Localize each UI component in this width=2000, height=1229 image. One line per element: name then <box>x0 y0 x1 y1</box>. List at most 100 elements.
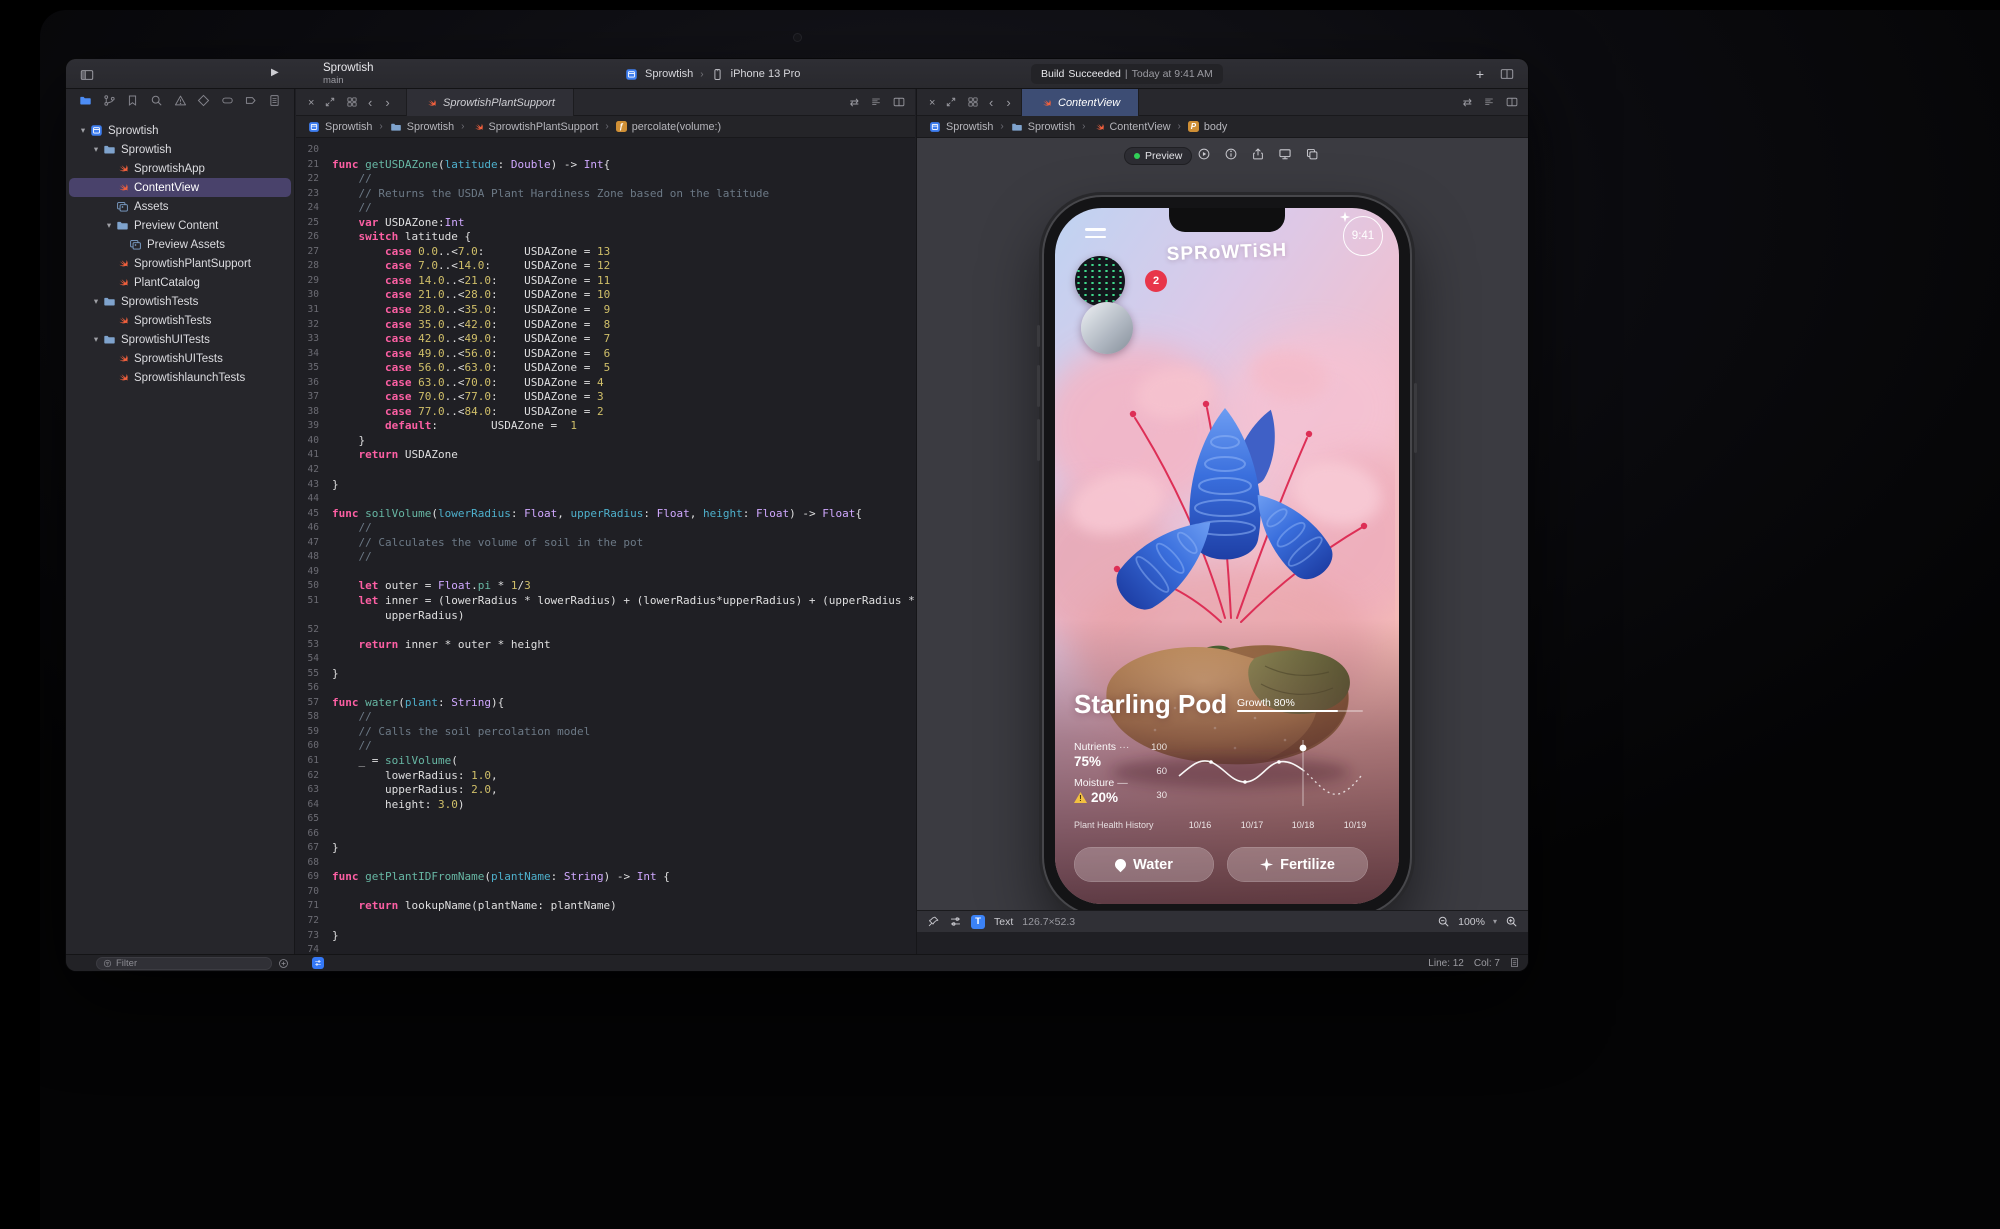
minimap-icon[interactable] <box>870 94 882 112</box>
disclosure-chevron-icon[interactable]: ▾ <box>77 125 89 136</box>
breadcrumb-sprowtish[interactable]: Sprowtish <box>308 121 372 133</box>
breadcrumb-body[interactable]: Pbody <box>1188 121 1227 133</box>
expand-editor-icon[interactable] <box>324 94 336 112</box>
code-line-24[interactable]: 24 // <box>296 201 915 216</box>
robot-avatar-2[interactable] <box>1081 302 1133 354</box>
code-line-55[interactable]: 55} <box>296 667 915 682</box>
tree-item-sprowtish[interactable]: ▾Sprowtish <box>69 140 291 159</box>
code-line-36[interactable]: 36 case 63.0..<70.0: USDAZone = 4 <box>296 376 915 391</box>
breadcrumb-sprowtish[interactable]: Sprowtish <box>390 121 454 133</box>
breadcrumb-sprowtish[interactable]: Sprowtish <box>1011 121 1075 133</box>
robot-avatar-1[interactable] <box>1075 256 1125 306</box>
code-line-70[interactable]: 70 <box>296 885 915 900</box>
live-preview-button[interactable] <box>1197 147 1211 166</box>
close-editor-icon[interactable]: × <box>929 97 935 109</box>
toggle-navigator-button[interactable] <box>80 66 94 84</box>
code-line-22[interactable]: 22 // <box>296 172 915 187</box>
editor-grid-icon[interactable] <box>346 94 358 112</box>
code-line-29[interactable]: 29 case 14.0..<21.0: USDAZone = 11 <box>296 274 915 289</box>
share-preview-button[interactable] <box>1251 147 1265 166</box>
code-line-28[interactable]: 28 case 7.0..<14.0: USDAZone = 12 <box>296 259 915 274</box>
disclosure-chevron-icon[interactable]: ▾ <box>90 334 102 345</box>
tree-item-sprowtishlaunchtests[interactable]: SprowtishlaunchTests <box>69 368 291 387</box>
code-line-39[interactable]: 39 default: USDAZone = 1 <box>296 419 915 434</box>
code-line-32[interactable]: 32 case 35.0..<42.0: USDAZone = 8 <box>296 318 915 333</box>
tree-item-sprowtishtests[interactable]: ▾SprowtishTests <box>69 292 291 311</box>
code-line-68[interactable]: 68 <box>296 856 915 871</box>
code-line-33[interactable]: 33 case 42.0..<49.0: USDAZone = 7 <box>296 332 915 347</box>
code-line-60[interactable]: 60 // <box>296 739 915 754</box>
breakpoints-navigator-icon[interactable] <box>244 94 257 112</box>
iphone-preview[interactable]: 9:41 SPRoWTiSH 2 Starling Pod Growth 80%… <box>1044 197 1410 915</box>
code-line-25[interactable]: 25 var USDAZone:Int <box>296 216 915 231</box>
editor-options-button[interactable] <box>312 957 324 969</box>
menu-button[interactable] <box>1085 228 1106 243</box>
code-line-44[interactable]: 44 <box>296 492 915 507</box>
zoom-out-button[interactable] <box>1437 915 1450 928</box>
tab-sprowtishplantsupport[interactable]: SprowtishPlantSupport <box>406 89 574 116</box>
fertilize-button[interactable]: Fertilize <box>1227 847 1368 882</box>
tree-item-sprowtishuitests[interactable]: ▾SprowtishUITests <box>69 330 291 349</box>
tree-item-sprowtishapp[interactable]: SprowtishApp <box>69 159 291 178</box>
code-review-icon[interactable]: ⇄ <box>850 96 859 109</box>
code-line-72[interactable]: 72 <box>296 914 915 929</box>
code-line-21[interactable]: 21func getUSDAZone(latitude: Double) -> … <box>296 158 915 173</box>
issues-navigator-icon[interactable] <box>174 94 187 112</box>
add-file-button[interactable] <box>278 958 289 969</box>
editor-grid-icon[interactable] <box>967 94 979 112</box>
tree-item-assets[interactable]: Assets <box>69 197 291 216</box>
code-line-23[interactable]: 23 // Returns the USDA Plant Hardiness Z… <box>296 187 915 202</box>
breadcrumb-percolate-volume-[interactable]: ƒpercolate(volume:) <box>616 121 721 133</box>
scheme-name[interactable]: Sprowtish <box>645 68 693 80</box>
code-line-67[interactable]: 67} <box>296 841 915 856</box>
canvas-settings-button[interactable] <box>949 915 962 928</box>
back-button[interactable]: ‹ <box>989 95 993 110</box>
tree-item-preview assets[interactable]: Preview Assets <box>69 235 291 254</box>
code-line-71[interactable]: 71 return lookupName(plantName: plantNam… <box>296 899 915 914</box>
code-line-66[interactable]: 66 <box>296 827 915 842</box>
code-line-48[interactable]: 48 // <box>296 550 915 565</box>
breadcrumb-contentview[interactable]: ContentView <box>1093 121 1171 133</box>
tree-item-preview content[interactable]: ▾Preview Content <box>69 216 291 235</box>
code-line-52[interactable]: 52 <box>296 623 915 638</box>
code-line-49[interactable]: 49 <box>296 565 915 580</box>
tree-item-sprowtishtests[interactable]: SprowtishTests <box>69 311 291 330</box>
code-line-31[interactable]: 31 case 28.0..<35.0: USDAZone = 9 <box>296 303 915 318</box>
run-button[interactable]: ▶ <box>271 67 279 78</box>
add-editor-icon[interactable] <box>893 94 905 112</box>
forward-button[interactable]: › <box>385 95 389 110</box>
code-line-56[interactable]: 56 <box>296 681 915 696</box>
duplicate-preview-button[interactable] <box>1305 147 1319 166</box>
code-area[interactable]: 2021func getUSDAZone(latitude: Double) -… <box>296 138 915 954</box>
tree-item-sprowtishuitests[interactable]: SprowtishUITests <box>69 349 291 368</box>
code-line-57[interactable]: 57func water(plant: String){ <box>296 696 915 711</box>
editor-layout-button[interactable] <box>1500 65 1514 83</box>
water-button[interactable]: Water <box>1074 847 1214 882</box>
preview-pill[interactable]: Preview <box>1124 147 1192 165</box>
code-line-47[interactable]: 47 // Calculates the volume of soil in t… <box>296 536 915 551</box>
code-line-58[interactable]: 58 // <box>296 710 915 725</box>
source-control-navigator-icon[interactable] <box>103 94 116 112</box>
code-line-42[interactable]: 42 <box>296 463 915 478</box>
inspect-preview-button[interactable] <box>1224 147 1238 166</box>
back-button[interactable]: ‹ <box>368 95 372 110</box>
filter-field[interactable]: Filter <box>96 957 272 970</box>
zoom-level[interactable]: 100% <box>1458 916 1485 928</box>
code-line-30[interactable]: 30 case 21.0..<28.0: USDAZone = 10 <box>296 288 915 303</box>
close-editor-icon[interactable]: × <box>308 97 314 109</box>
activity-view[interactable]: Build Succeeded | Today at 9:41 AM <box>1031 64 1223 84</box>
code-line-34[interactable]: 34 case 49.0..<56.0: USDAZone = 6 <box>296 347 915 362</box>
bookmarks-navigator-icon[interactable] <box>126 94 139 112</box>
code-line-43[interactable]: 43} <box>296 478 915 493</box>
disclosure-chevron-icon[interactable]: ▾ <box>90 296 102 307</box>
code-line-45[interactable]: 45func soilVolume(lowerRadius: Float, up… <box>296 507 915 522</box>
breadcrumb-sprowtish[interactable]: Sprowtish <box>929 121 993 133</box>
pin-preview-button[interactable] <box>927 915 940 928</box>
code-line-59[interactable]: 59 // Calls the soil percolation model <box>296 725 915 740</box>
find-navigator-icon[interactable] <box>150 94 163 112</box>
forward-button[interactable]: › <box>1006 95 1010 110</box>
code-line-74[interactable]: 74 <box>296 943 915 954</box>
code-line-20[interactable]: 20 <box>296 143 915 158</box>
disclosure-chevron-icon[interactable]: ▾ <box>90 144 102 155</box>
disclosure-chevron-icon[interactable]: ▾ <box>103 220 115 231</box>
